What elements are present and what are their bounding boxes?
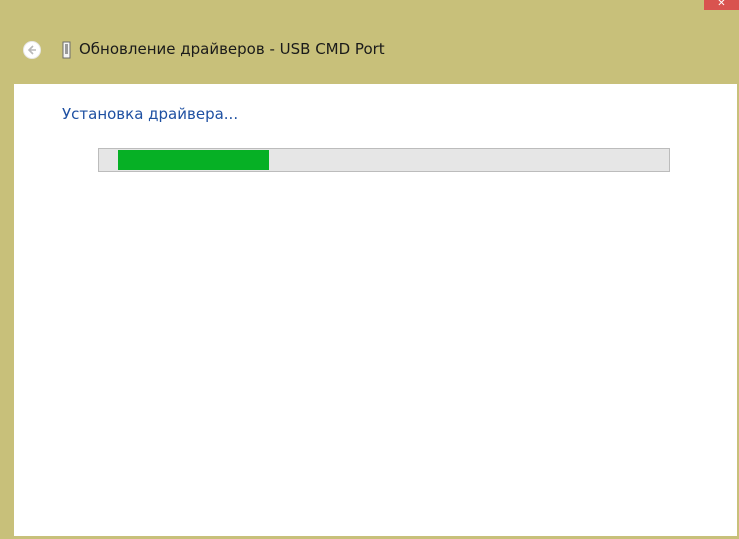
dialog-window: ✕ Обновление драйверов - USB CMD Port Ус… (0, 0, 739, 539)
progress-bar (98, 148, 670, 172)
window-title: Обновление драйверов - USB CMD Port (79, 40, 385, 58)
progress-fill (118, 150, 269, 170)
usb-device-icon (62, 41, 71, 59)
back-arrow-icon (27, 45, 36, 55)
status-heading: Установка драйвера... (62, 105, 239, 123)
title-bar: Обновление драйверов - USB CMD Port (0, 10, 739, 84)
close-button[interactable]: ✕ (704, 0, 739, 10)
close-icon: ✕ (717, 0, 726, 9)
back-button[interactable] (23, 41, 41, 59)
main-content: Установка драйвера... (14, 84, 737, 536)
